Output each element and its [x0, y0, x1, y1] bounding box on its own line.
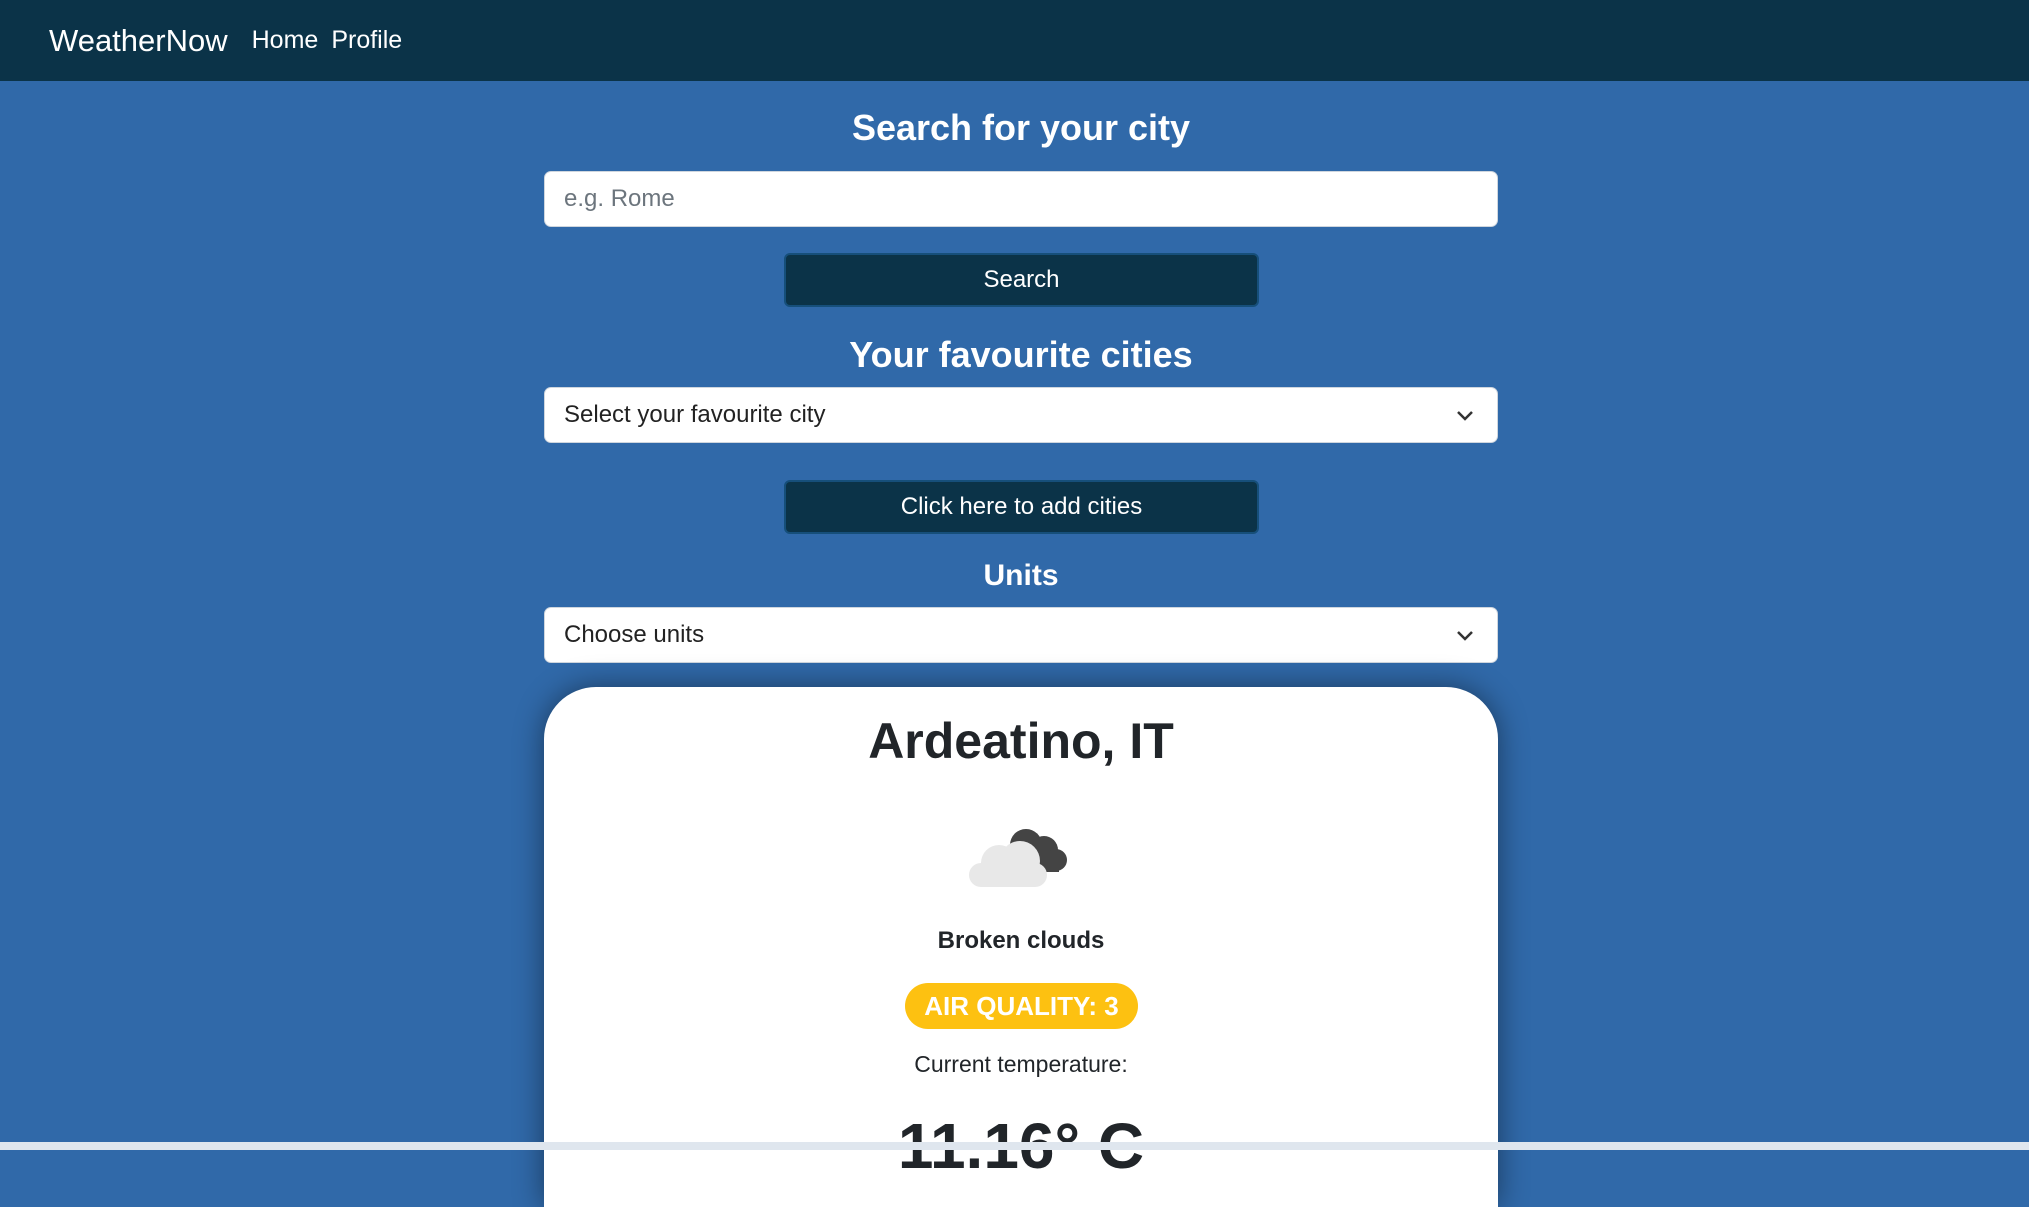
navbar: WeatherNow Home Profile — [0, 0, 2029, 81]
favourites-heading: Your favourite cities — [849, 334, 1193, 375]
add-cities-button[interactable]: Click here to add cities — [784, 480, 1259, 534]
search-heading: Search for your city — [851, 107, 1191, 148]
air-quality-badge: AIR QUALITY: 3 — [905, 983, 1138, 1029]
units-select-value: Choose units — [564, 621, 705, 648]
chevron-down-icon — [1457, 631, 1473, 641]
bottom-edge — [0, 1142, 2029, 1150]
weather-description: Broken clouds — [937, 927, 1105, 954]
broken-clouds-icon — [969, 829, 1067, 887]
brand-logo[interactable]: WeatherNow — [49, 23, 228, 59]
units-heading: Units — [983, 559, 1059, 592]
city-name: Ardeatino, IT — [868, 713, 1174, 769]
nav-profile-link[interactable]: Profile — [331, 26, 402, 55]
favourite-city-select-value: Select your favourite city — [564, 401, 826, 428]
favourite-city-select[interactable]: Select your favourite city — [544, 387, 1498, 443]
search-button[interactable]: Search — [784, 253, 1259, 307]
nav-home-link[interactable]: Home — [252, 26, 319, 55]
units-select[interactable]: Choose units — [544, 607, 1498, 663]
chevron-down-icon — [1457, 411, 1473, 421]
temperature-label: Current temperature: — [914, 1051, 1128, 1077]
city-search-input[interactable]: e.g. Rome — [544, 171, 1498, 227]
weather-card: Ardeatino, IT Broken clouds AIR QUALITY:… — [544, 687, 1498, 1207]
